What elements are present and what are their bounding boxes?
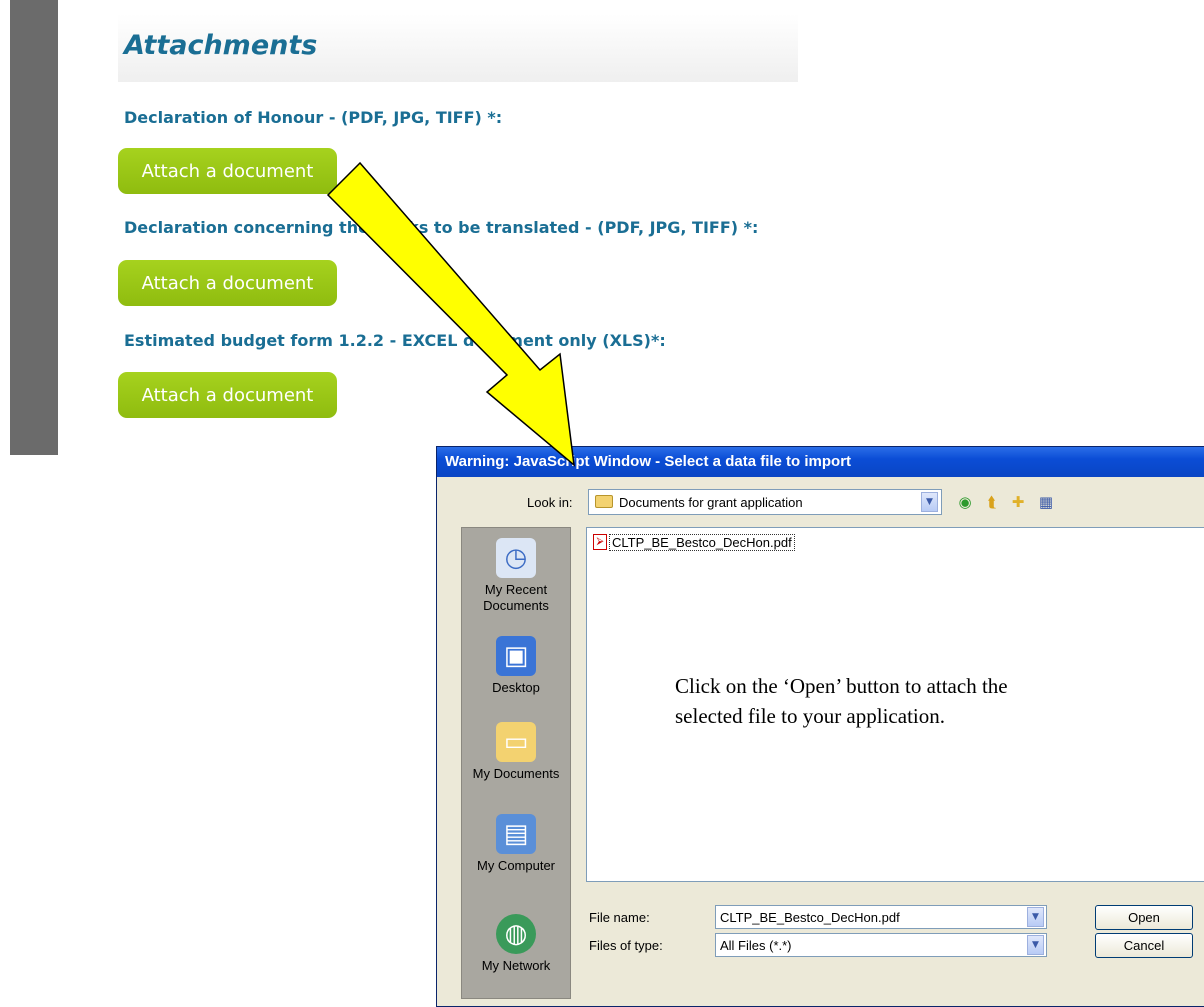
annotation-arrow [326, 161, 575, 467]
arrow-shape [326, 161, 575, 467]
